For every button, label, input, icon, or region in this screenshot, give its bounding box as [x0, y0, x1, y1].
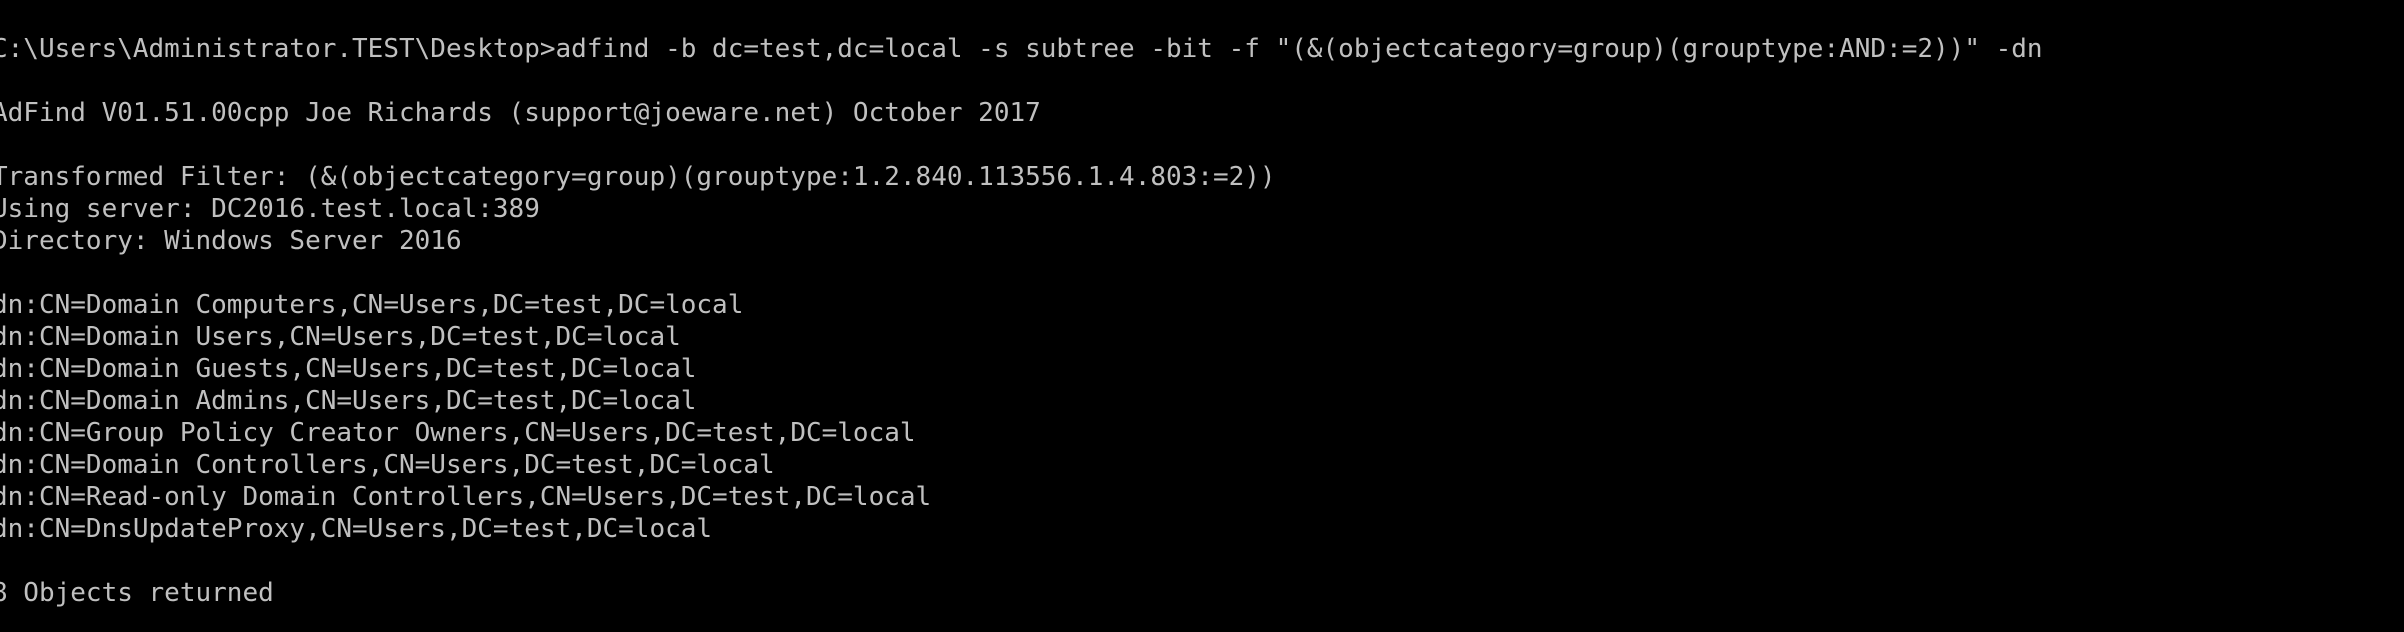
command-line: C:\Users\Administrator.TEST\Desktop>adfi…: [0, 34, 2043, 64]
objects-returned-summary: 8 Objects returned: [0, 578, 274, 608]
directory-info: Directory: Windows Server 2016: [0, 226, 462, 256]
result-line: dn:CN=DnsUpdateProxy,CN=Users,DC=test,DC…: [0, 514, 713, 544]
transformed-filter: Transformed Filter: (&(objectcategory=gr…: [0, 162, 1276, 192]
using-server: Using server: DC2016.test.local:389: [0, 194, 540, 224]
result-line: dn:CN=Domain Admins,CN=Users,DC=test,DC=…: [0, 386, 697, 416]
result-line: dn:CN=Domain Computers,CN=Users,DC=test,…: [0, 290, 744, 320]
result-line: dn:CN=Group Policy Creator Owners,CN=Use…: [0, 418, 916, 448]
result-line: dn:CN=Domain Controllers,CN=Users,DC=tes…: [0, 450, 775, 480]
result-line: dn:CN=Domain Guests,CN=Users,DC=test,DC=…: [0, 354, 697, 384]
adfind-banner: AdFind V01.51.00cpp Joe Richards (suppor…: [0, 98, 1041, 128]
result-line: dn:CN=Read-only Domain Controllers,CN=Us…: [0, 482, 932, 512]
result-line: dn:CN=Domain Users,CN=Users,DC=test,DC=l…: [0, 322, 681, 352]
terminal-window[interactable]: C:\Users\Administrator.TEST\Desktop>adfi…: [0, 0, 2404, 632]
